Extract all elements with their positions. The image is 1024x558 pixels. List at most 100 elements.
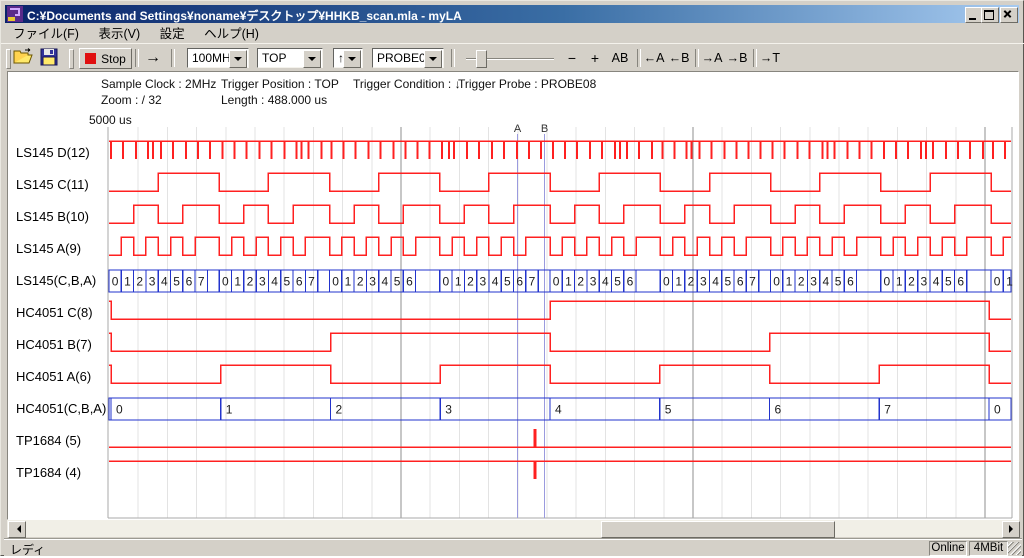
bus-value: 3	[590, 275, 597, 289]
status-message: レディ	[10, 541, 45, 558]
toolbar-separator	[695, 49, 699, 67]
toolbar-separator	[451, 49, 455, 67]
bus-value: 4	[602, 275, 609, 289]
status-memory: 4MBit	[969, 541, 1008, 556]
bus-value: 6	[957, 275, 964, 289]
toolbar-grip[interactable]	[6, 49, 11, 69]
menu-settings[interactable]: 設定	[152, 24, 193, 43]
bus-value: 2	[247, 275, 254, 289]
bus-value: 3	[445, 403, 452, 417]
open-file-button[interactable]	[12, 48, 36, 70]
zoom-out-button[interactable]: −	[561, 48, 583, 68]
window-title: C:¥Documents and Settings¥noname¥デスクトップ¥…	[27, 7, 462, 24]
trigger-edge-select[interactable]: ↑	[333, 48, 363, 68]
bus-value: 2	[577, 275, 584, 289]
chevron-down-icon	[234, 57, 242, 65]
title-bar[interactable]: C:¥Documents and Settings¥noname¥デスクトップ¥…	[5, 5, 1019, 23]
bus-value: 4	[271, 275, 278, 289]
cursor-a-label: A	[514, 123, 522, 135]
goto-cursor-a-button[interactable]: →A	[700, 48, 724, 68]
waveform-hc4051-c-8	[109, 301, 1011, 319]
app-window: C:¥Documents and Settings¥noname¥デスクトップ¥…	[0, 0, 1024, 556]
signal-label-1: LS145 C(11)	[16, 177, 89, 192]
clock-select[interactable]: 100MHz	[187, 48, 249, 68]
bus-value: 3	[369, 275, 376, 289]
bus-value: 7	[529, 275, 536, 289]
bus-value: 6	[737, 275, 744, 289]
menu-bar: ファイル(F) 表示(V) 設定 ヘルプ(H)	[5, 24, 1019, 43]
bus-value: 5	[945, 275, 952, 289]
run-button[interactable]: →	[140, 48, 166, 68]
bus-value: 2	[357, 275, 364, 289]
zoom-slider-handle[interactable]	[476, 50, 487, 68]
bus-value: 1	[345, 275, 352, 289]
signal-label-7: HC4051 A(6)	[16, 369, 91, 384]
bus-value: 5	[835, 275, 842, 289]
bus-box-idle	[416, 270, 440, 292]
save-button[interactable]	[40, 48, 64, 70]
dropdown-button[interactable]	[229, 50, 247, 68]
resize-grip[interactable]	[1008, 542, 1021, 555]
signal-label-2: LS145 B(10)	[16, 209, 89, 224]
trigger-position-value: TOP	[262, 50, 286, 66]
bus-value: 7	[198, 275, 205, 289]
bus-value: 2	[798, 275, 805, 289]
bus-value: 7	[749, 275, 756, 289]
dropdown-button[interactable]	[303, 50, 321, 68]
waveform-hc4051-a-6	[109, 365, 1011, 383]
menu-help[interactable]: ヘルプ(H)	[196, 24, 267, 43]
chevron-down-icon	[308, 57, 316, 65]
bus-value: 0	[112, 275, 119, 289]
bus-value: 1	[1006, 275, 1013, 289]
bus-value: 4	[555, 403, 562, 417]
dropdown-button[interactable]	[343, 50, 361, 68]
stop-button[interactable]: Stop	[79, 48, 132, 69]
bus-value: 6	[516, 275, 523, 289]
horizontal-scrollbar[interactable]	[7, 520, 1019, 537]
menu-file[interactable]: ファイル(F)	[5, 24, 87, 43]
bus-value: 3	[479, 275, 486, 289]
set-cursor-a-button[interactable]: ←A	[642, 48, 666, 68]
toolbar-separator	[753, 49, 757, 67]
scrollbar-thumb[interactable]	[601, 521, 835, 538]
scroll-right-button[interactable]	[1002, 521, 1020, 538]
bus-value: 0	[994, 403, 1001, 417]
cursor-b-label: B	[541, 123, 548, 135]
bus-value: 6	[406, 275, 413, 289]
bus-box	[331, 398, 441, 420]
bus-value: 2	[688, 275, 695, 289]
zoom-ab-button[interactable]: AB	[607, 48, 633, 68]
toolbar: Stop → 100MHz TOP ↑ PROBE00 − + AB ←A ←B	[1, 43, 1024, 72]
maximize-button[interactable]	[981, 7, 999, 23]
zoom-in-button[interactable]: +	[585, 48, 605, 68]
info-sample-clock: Sample Clock : 2MHz	[101, 77, 216, 91]
waveform-ls145-d-12-pulses	[111, 141, 1005, 159]
goto-cursor-b-button[interactable]: →B	[725, 48, 749, 68]
menu-view[interactable]: 表示(V)	[90, 24, 148, 43]
toolbar-separator	[135, 49, 139, 67]
toolbar-separator	[637, 49, 641, 67]
waveform-ls145-b-10	[109, 205, 1011, 223]
maximize-icon	[984, 10, 994, 20]
bus-box	[770, 398, 880, 420]
close-button[interactable]	[1000, 7, 1018, 23]
bus-value: 4	[161, 275, 168, 289]
bus-value: 5	[284, 275, 291, 289]
signal-label-6: HC4051 B(7)	[16, 337, 92, 352]
bus-value: 2	[467, 275, 474, 289]
scroll-left-button[interactable]	[8, 521, 26, 538]
trigger-position-select[interactable]: TOP	[257, 48, 323, 68]
set-cursor-b-button[interactable]: ←B	[667, 48, 691, 68]
bus-value: 5	[173, 275, 180, 289]
waveform-ls145-c-11	[109, 173, 1011, 191]
bus-value: 3	[259, 275, 266, 289]
bus-value: 0	[443, 275, 450, 289]
bus-value: 4	[823, 275, 830, 289]
goto-trigger-button[interactable]: →T	[758, 48, 782, 68]
toolbar-grip[interactable]	[69, 49, 74, 69]
dropdown-button[interactable]	[424, 50, 442, 68]
trigger-probe-select[interactable]: PROBE00	[372, 48, 444, 68]
bus-value: 1	[234, 275, 241, 289]
bus-value: 4	[382, 275, 389, 289]
bus-value: 4	[933, 275, 940, 289]
